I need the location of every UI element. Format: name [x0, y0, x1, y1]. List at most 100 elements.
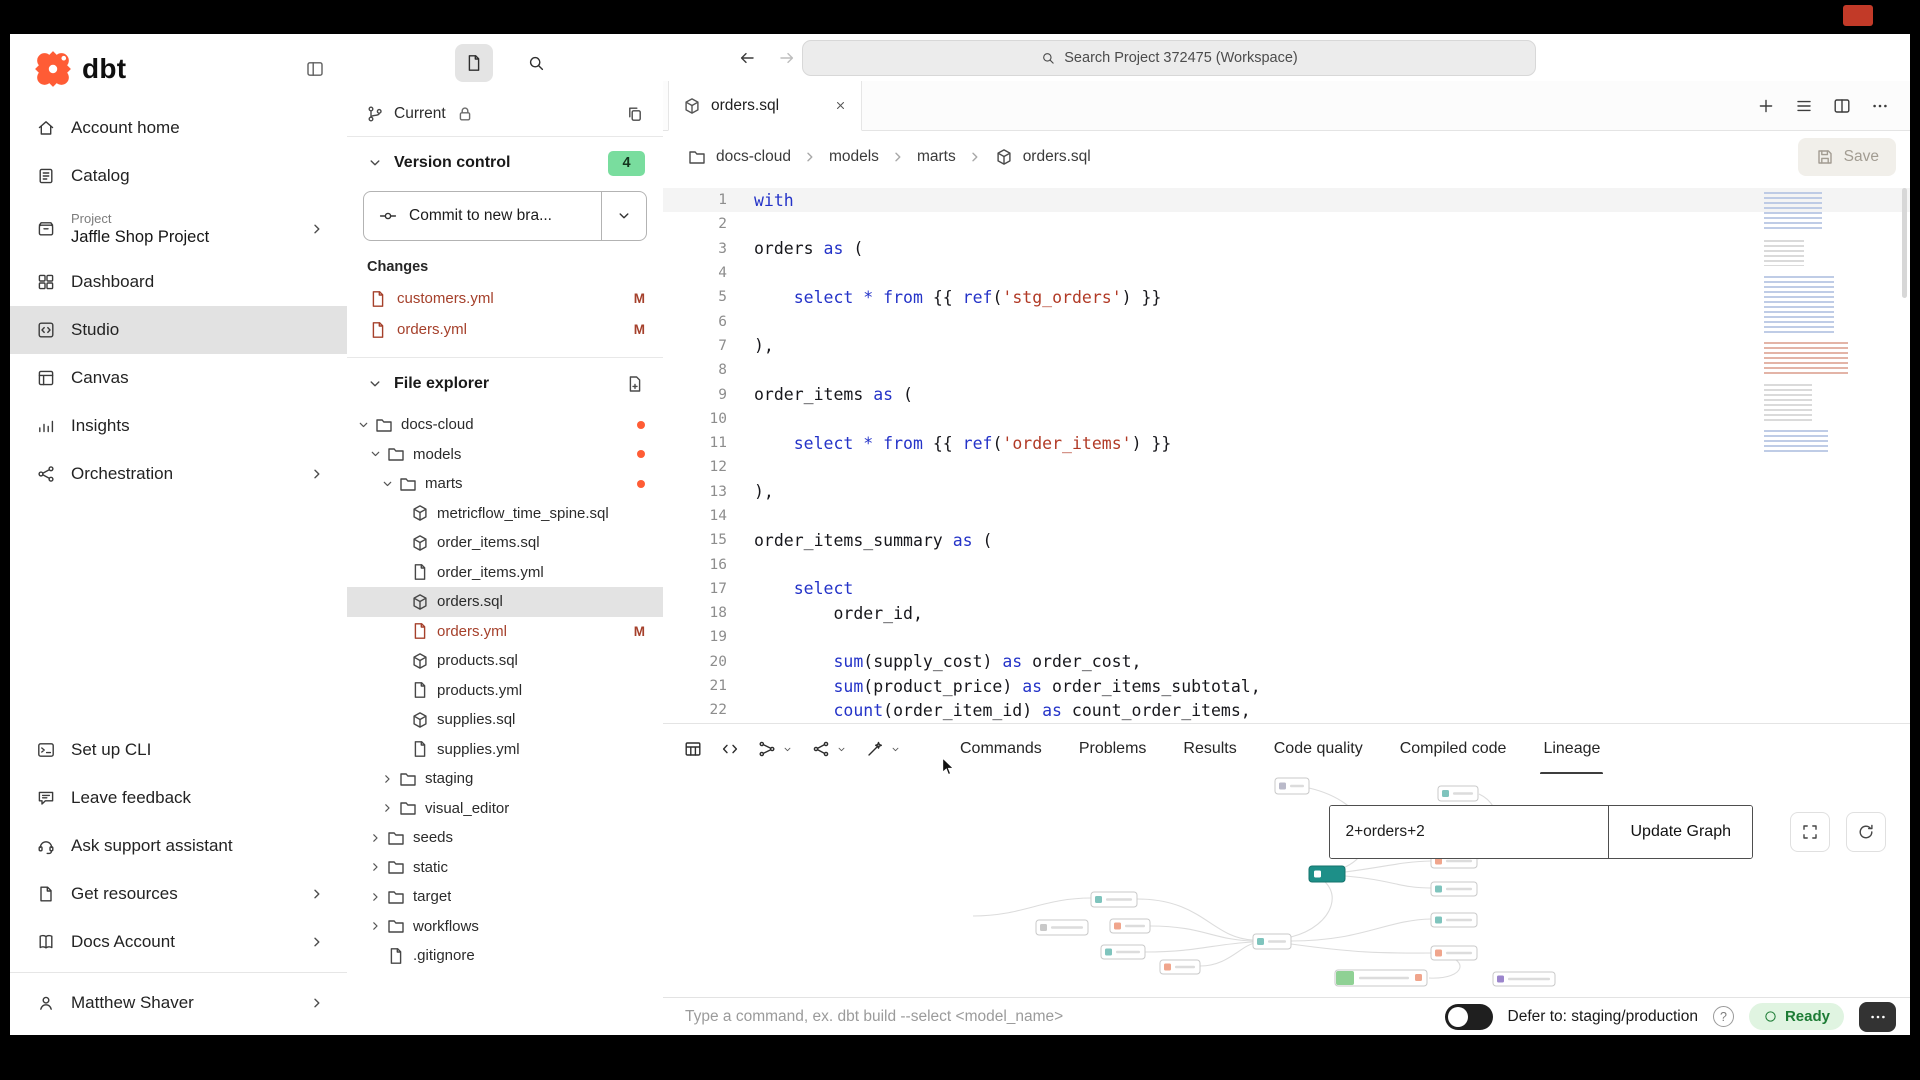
build-icon[interactable] — [811, 739, 831, 759]
lineage-node[interactable] — [1091, 892, 1137, 907]
code-line[interactable]: 13), — [663, 480, 1910, 504]
tree-item-order-items-sql[interactable]: order_items.sql — [347, 528, 663, 558]
fullscreen-button[interactable] — [1790, 812, 1830, 852]
tree-item-marts[interactable]: marts — [347, 469, 663, 499]
code-line[interactable]: 7), — [663, 334, 1910, 358]
sidebar-item-insights[interactable]: Insights — [10, 402, 347, 450]
chevron-down-icon[interactable] — [781, 743, 794, 756]
update-graph-button[interactable]: Update Graph — [1608, 806, 1752, 858]
code-line[interactable]: 8 — [663, 358, 1910, 382]
workspace-search-bar[interactable]: Search Project 372475 (Workspace) — [802, 40, 1536, 76]
tree-item-static[interactable]: static — [347, 853, 663, 883]
sidebar-item-studio[interactable]: Studio — [10, 306, 347, 354]
forward-arrow-icon[interactable] — [777, 48, 797, 68]
help-icon[interactable] — [1713, 1006, 1734, 1027]
panel-tab-problems[interactable]: Problems — [1079, 724, 1147, 774]
lineage-node[interactable] — [1275, 778, 1309, 794]
back-arrow-icon[interactable] — [737, 48, 757, 68]
sidebar-item-canvas[interactable]: Canvas — [10, 354, 347, 402]
code-line[interactable]: 18 order_id, — [663, 601, 1910, 625]
tree-item-orders-sql[interactable]: orders.sql — [347, 587, 663, 617]
defer-toggle[interactable] — [1445, 1004, 1493, 1030]
new-file-icon[interactable] — [625, 374, 645, 394]
tree-item-gitignore[interactable]: .gitignore — [347, 941, 663, 971]
tree-item-target[interactable]: target — [347, 882, 663, 912]
search-view-button[interactable] — [517, 44, 555, 82]
changed-file-orders-yml[interactable]: orders.ymlM — [347, 314, 663, 345]
lineage-node[interactable] — [1431, 913, 1477, 927]
tree-item-metricflow-time-spine-sql[interactable]: metricflow_time_spine.sql — [347, 499, 663, 529]
more-options-icon[interactable] — [1870, 96, 1890, 116]
code-editor[interactable]: 1with23orders as (45 select * from {{ re… — [663, 184, 1910, 724]
sidebar-item-catalog[interactable]: Catalog — [10, 152, 347, 200]
copy-icon[interactable] — [625, 104, 645, 124]
refresh-graph-button[interactable] — [1846, 812, 1886, 852]
code-line[interactable]: 21 sum(product_price) as order_items_sub… — [663, 674, 1910, 698]
lineage-node[interactable] — [1431, 882, 1477, 896]
sidebar-item-matthew-shaver[interactable]: Matthew Shaver — [10, 979, 347, 1027]
breadcrumb-file[interactable]: orders.sql — [1023, 148, 1091, 166]
code-line[interactable]: 1with — [663, 188, 1910, 212]
panel-tab-lineage[interactable]: Lineage — [1543, 724, 1600, 774]
chevron-down-icon[interactable] — [365, 374, 385, 394]
changed-file-customers-yml[interactable]: customers.ymlM — [347, 283, 663, 314]
minimap[interactable] — [1764, 192, 1856, 454]
sidebar-item-project[interactable]: ProjectJaffle Shop Project — [10, 200, 347, 258]
lineage-node[interactable] — [1431, 946, 1477, 960]
breadcrumb-item[interactable]: marts — [917, 148, 956, 166]
panel-tab-compiled-code[interactable]: Compiled code — [1400, 724, 1507, 774]
panel-tab-commands[interactable]: Commands — [960, 724, 1042, 774]
lineage-selector-input[interactable] — [1330, 806, 1608, 858]
tab-orders-sql[interactable]: orders.sql — [668, 81, 862, 131]
code-line[interactable]: 17 select — [663, 577, 1910, 601]
tree-item-models[interactable]: models — [347, 440, 663, 470]
collapse-sidebar-icon[interactable] — [305, 59, 325, 79]
command-more-button[interactable] — [1859, 1002, 1896, 1032]
lineage-node[interactable] — [1160, 960, 1200, 974]
tree-item-docs-cloud[interactable]: docs-cloud — [347, 410, 663, 440]
commit-button[interactable]: Commit to new bra... — [363, 191, 647, 241]
save-button[interactable]: Save — [1798, 138, 1896, 176]
lineage-node[interactable] — [1309, 866, 1345, 882]
sidebar-item-account-home[interactable]: Account home — [10, 104, 347, 152]
code-line[interactable]: 11 select * from {{ ref('order_items') }… — [663, 431, 1910, 455]
panel-tab-code-quality[interactable]: Code quality — [1274, 724, 1363, 774]
results-table-icon[interactable] — [683, 739, 703, 759]
code-line[interactable]: 9order_items as ( — [663, 382, 1910, 406]
tree-item-supplies-sql[interactable]: supplies.sql — [347, 705, 663, 735]
code-line[interactable]: 22 count(order_item_id) as count_order_i… — [663, 698, 1910, 722]
close-tab-icon[interactable] — [833, 98, 848, 113]
code-line[interactable]: 20 sum(supply_cost) as order_cost, — [663, 650, 1910, 674]
lineage-node[interactable] — [1493, 972, 1555, 986]
chevron-down-icon[interactable] — [365, 153, 385, 173]
new-tab-icon[interactable] — [1756, 96, 1776, 116]
tab-list-icon[interactable] — [1794, 96, 1814, 116]
editor-scrollbar[interactable] — [1902, 188, 1907, 298]
lineage-icon[interactable] — [757, 739, 777, 759]
code-line[interactable]: 4 — [663, 261, 1910, 285]
chevron-down-icon[interactable] — [835, 743, 848, 756]
tree-item-visual-editor[interactable]: visual_editor — [347, 794, 663, 824]
code-line[interactable]: 3orders as ( — [663, 237, 1910, 261]
breadcrumb-item[interactable]: models — [829, 148, 879, 166]
code-line[interactable]: 14 — [663, 504, 1910, 528]
split-view-icon[interactable] — [1832, 96, 1852, 116]
sidebar-item-set-up-cli[interactable]: Set up CLI — [10, 726, 347, 774]
code-line[interactable]: 10 — [663, 407, 1910, 431]
sidebar-item-orchestration[interactable]: Orchestration — [10, 450, 347, 498]
code-line[interactable]: 12 — [663, 455, 1910, 479]
code-line[interactable]: 19 — [663, 625, 1910, 649]
tree-item-products-yml[interactable]: products.yml — [347, 676, 663, 706]
code-line[interactable]: 6 — [663, 309, 1910, 333]
code-line[interactable]: 15order_items_summary as ( — [663, 528, 1910, 552]
panel-tab-results[interactable]: Results — [1183, 724, 1236, 774]
lineage-node[interactable] — [1335, 970, 1427, 986]
lineage-node[interactable] — [1036, 920, 1088, 935]
commit-options-button[interactable] — [601, 192, 646, 240]
lineage-node[interactable] — [1110, 919, 1150, 933]
chevron-down-icon[interactable] — [889, 743, 902, 756]
lineage-node[interactable] — [1438, 786, 1478, 801]
tree-item-products-sql[interactable]: products.sql — [347, 646, 663, 676]
code-line[interactable]: 5 select * from {{ ref('stg_orders') }} — [663, 285, 1910, 309]
code-compile-icon[interactable] — [720, 739, 740, 759]
